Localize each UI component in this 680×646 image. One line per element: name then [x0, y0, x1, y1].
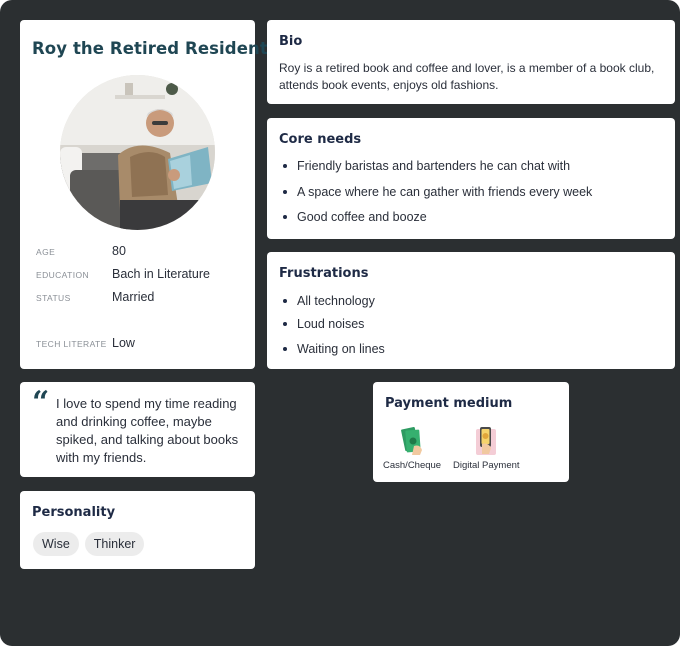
payment-title: Payment medium	[385, 396, 513, 411]
bio-title: Bio	[279, 34, 303, 49]
digital-payment-icon	[476, 427, 497, 455]
frustration-text: Loud noises	[297, 317, 365, 331]
frustration-text: Waiting on lines	[297, 342, 385, 356]
payment-method-cash: Cash/Cheque	[383, 426, 441, 471]
personality-title: Personality	[32, 505, 116, 520]
quote-icon: “	[32, 385, 50, 420]
education-value: Bach in Literature	[112, 267, 210, 281]
tech-literate-value: Low	[112, 336, 135, 350]
info-row-age: AGE 80	[36, 244, 246, 260]
core-needs-title: Core needs	[279, 132, 362, 147]
persona-avatar	[60, 75, 215, 230]
bullet-icon	[283, 163, 287, 168]
status-label: STATUS	[36, 293, 71, 303]
info-row-education: EDUCATION Bach in Literature	[36, 267, 246, 283]
payment-medium-card: Payment medium Cash/Cheque Digital Payme…	[373, 382, 569, 482]
bio-card: Bio Roy is a retired book and coffee and…	[267, 20, 675, 104]
cash-label: Cash/Cheque	[383, 460, 442, 471]
age-label: AGE	[36, 247, 56, 257]
quote-text: I love to spend my time reading and drin…	[56, 396, 239, 465]
personality-tag: Thinker	[84, 532, 145, 556]
cash-icon	[401, 426, 423, 455]
tech-literate-label: TECH LITERATE	[36, 339, 107, 349]
bullet-icon	[283, 214, 287, 219]
education-label: EDUCATION	[36, 270, 90, 280]
status-value: Married	[112, 290, 155, 304]
list-item: Waiting on lines	[279, 342, 385, 356]
core-needs-card: Core needs Friendly baristas and bartend…	[267, 118, 675, 239]
core-need-text: Good coffee and booze	[297, 210, 427, 224]
info-row-status: STATUS Married	[36, 290, 246, 306]
persona-name: Roy the Retired Resident	[32, 39, 268, 58]
bullet-icon	[283, 189, 287, 194]
info-row-tech-literate: TECH LITERATE Low	[36, 336, 246, 352]
bullet-icon	[283, 346, 287, 351]
core-need-text: Friendly baristas and bartenders he can …	[297, 159, 571, 173]
list-item: All technology	[279, 294, 375, 308]
personality-tag: Wise	[33, 532, 79, 556]
avatar-photo	[60, 75, 215, 230]
frustration-text: All technology	[297, 294, 375, 308]
age-value: 80	[112, 244, 126, 258]
bullet-icon	[283, 321, 287, 326]
frustrations-title: Frustrations	[279, 266, 369, 281]
bio-text: Roy is a retired book and coffee and lov…	[279, 61, 655, 92]
digital-payment-label: Digital Payment	[453, 460, 520, 471]
list-item: Friendly baristas and bartenders he can …	[279, 159, 570, 173]
list-item: A space where he can gather with friends…	[279, 185, 592, 199]
list-item: Loud noises	[279, 317, 364, 331]
bullet-icon	[283, 298, 287, 303]
payment-method-digital: Digital Payment	[453, 426, 520, 471]
personality-tags: Wise Thinker	[33, 532, 145, 556]
quote-card: “ I love to spend my time reading and dr…	[20, 382, 255, 477]
personality-card: Personality Wise Thinker	[20, 491, 255, 569]
core-need-text: A space where he can gather with friends…	[297, 185, 593, 199]
list-item: Good coffee and booze	[279, 210, 427, 224]
profile-card: Roy the Retired Resident AGE 80 EDUCATIO…	[20, 20, 268, 369]
persona-board: Roy the Retired Resident AGE 80 EDUCATIO…	[0, 0, 680, 646]
frustrations-card: Frustrations All technology Loud noises …	[267, 252, 675, 369]
